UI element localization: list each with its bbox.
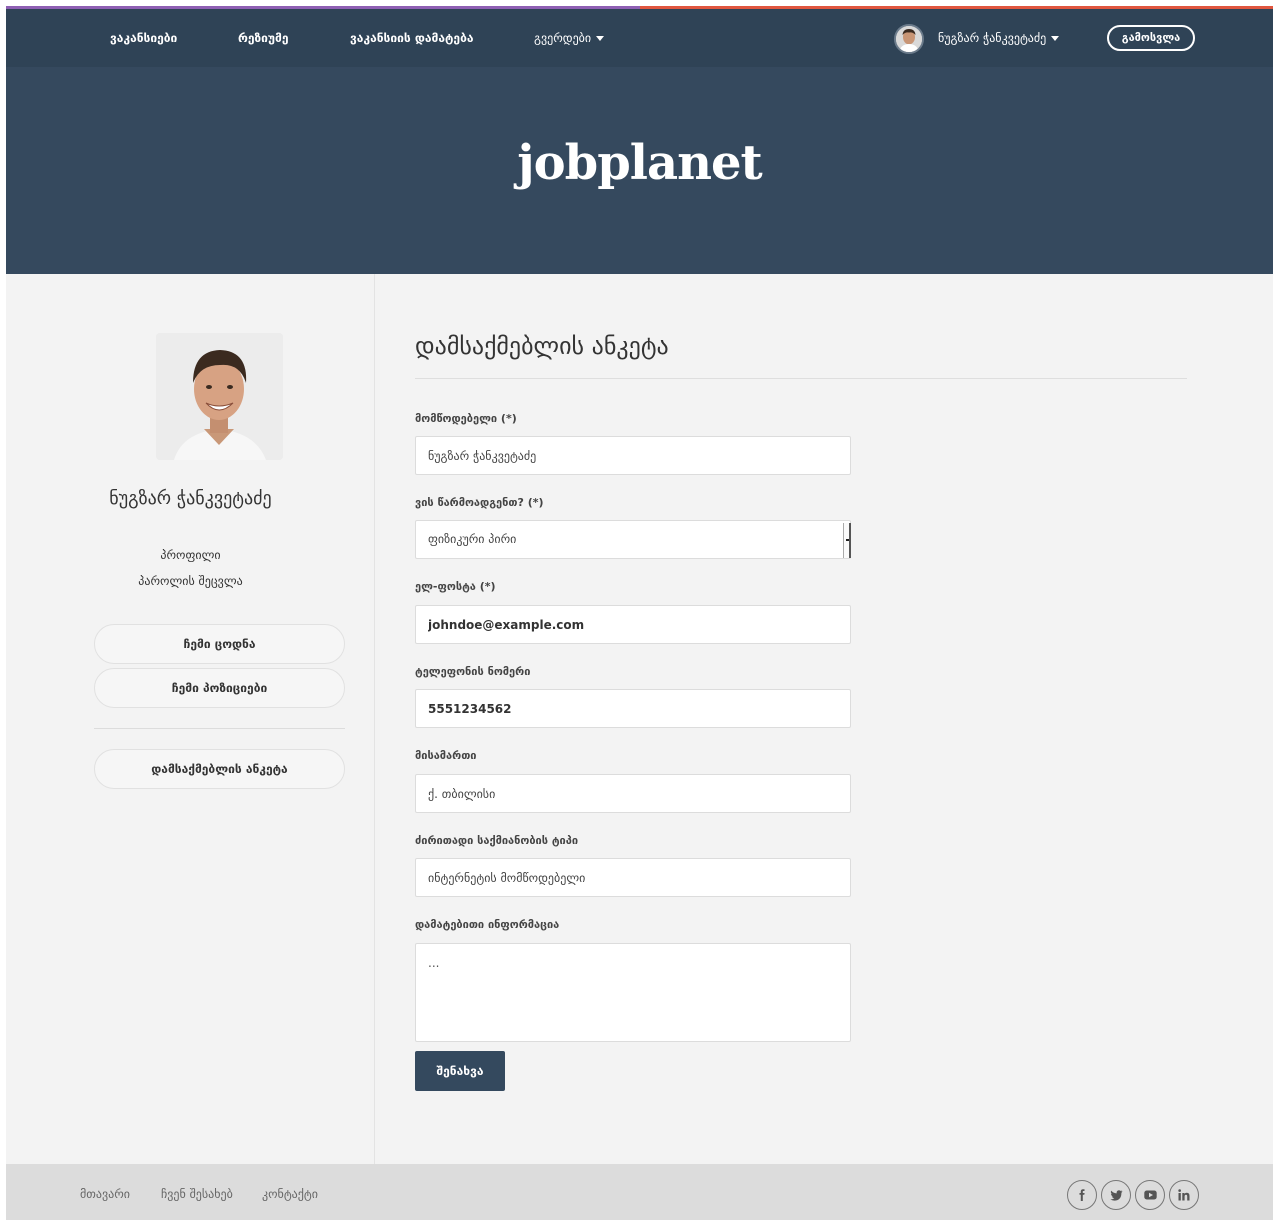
sidebar-divider xyxy=(94,728,345,729)
user-menu[interactable]: ნუგზარ ჭანკვეტაძე xyxy=(938,9,1060,67)
nav-item-add-vacancy[interactable]: ვაკანსიის დამატება xyxy=(350,9,473,67)
phone-field[interactable] xyxy=(415,689,851,728)
additional-info-textarea[interactable]: ... xyxy=(415,943,851,1042)
supplier-label: მომწოდებელი (*) xyxy=(415,412,517,425)
facebook-icon[interactable] xyxy=(1067,1180,1097,1210)
user-avatar[interactable] xyxy=(894,24,924,54)
chevron-down-icon xyxy=(1051,36,1060,41)
save-button[interactable]: შენახვა xyxy=(415,1051,505,1091)
title-divider xyxy=(415,378,1187,379)
my-skills-button[interactable]: ჩემი ცოდნა xyxy=(94,624,345,664)
nav-item-vacancies[interactable]: ვაკანსიები xyxy=(110,9,177,67)
email-field[interactable] xyxy=(415,605,851,644)
nav-item-pages[interactable]: გვერდები xyxy=(534,9,605,67)
hero-banner: jobplanet xyxy=(6,67,1273,274)
represent-label: ვის წარმოადგენთ? (*) xyxy=(415,496,544,509)
select-arrow-icon xyxy=(843,523,851,558)
profile-sidebar: ნუგზარ ჭანკვეტაძე პროფილი პაროლის შეცვლა… xyxy=(6,274,375,1164)
linkedin-icon[interactable] xyxy=(1169,1180,1199,1210)
site-logo[interactable]: jobplanet xyxy=(6,135,1273,191)
nav-item-resume[interactable]: რეზიუმე xyxy=(238,9,288,67)
address-label: მისამართი xyxy=(415,749,477,762)
page-title: დამსაქმებლის ანკეტა xyxy=(415,332,669,360)
top-navbar: ვაკანსიები რეზიუმე ვაკანსიის დამატება გვ… xyxy=(6,9,1273,67)
avatar-image xyxy=(896,26,922,52)
chevron-down-icon xyxy=(596,36,605,41)
represent-select-value: ფიზიკური პირი xyxy=(428,532,517,546)
page-frame: ვაკანსიები რეზიუმე ვაკანსიის დამატება გვ… xyxy=(6,6,1273,1220)
logo-text: jobplanet xyxy=(517,135,762,191)
footer-link-home[interactable]: მთავარი xyxy=(80,1164,130,1220)
additional-info-label: დამატებითი ინფორმაცია xyxy=(415,918,560,931)
footer-link-contact[interactable]: კონტაქტი xyxy=(262,1164,318,1220)
represent-select[interactable]: ფიზიკური პირი xyxy=(415,520,851,559)
profile-photo-image xyxy=(156,333,283,460)
profile-link[interactable]: პროფილი xyxy=(6,548,375,562)
activity-type-label: ძირითადი საქმიანობის ტიპი xyxy=(415,834,579,847)
email-label: ელ-ფოსტა (*) xyxy=(415,580,496,593)
supplier-input[interactable] xyxy=(415,436,851,475)
logout-button[interactable]: გამოსვლა xyxy=(1107,25,1195,51)
youtube-icon[interactable] xyxy=(1135,1180,1165,1210)
user-menu-name: ნუგზარ ჭანკვეტაძე xyxy=(938,31,1047,45)
activity-type-field[interactable] xyxy=(415,858,851,897)
my-positions-button[interactable]: ჩემი პოზიციები xyxy=(94,668,345,708)
footer: მთავარი ჩვენ შესახებ კონტაქტი xyxy=(6,1164,1273,1220)
nav-item-pages-label: გვერდები xyxy=(534,31,592,45)
phone-label: ტელეფონის ნომერი xyxy=(415,665,531,678)
twitter-icon[interactable] xyxy=(1101,1180,1131,1210)
change-password-link[interactable]: პაროლის შეცვლა xyxy=(6,574,375,588)
employer-form: დამსაქმებლის ანკეტა მომწოდებელი (*) ვის … xyxy=(415,274,1187,1164)
footer-link-about[interactable]: ჩვენ შესახებ xyxy=(161,1164,233,1220)
employer-form-button[interactable]: დამსაქმებლის ანკეტა xyxy=(94,749,345,789)
profile-photo xyxy=(156,333,283,460)
address-field[interactable] xyxy=(415,774,851,813)
profile-name: ნუგზარ ჭანკვეტაძე xyxy=(109,488,272,509)
